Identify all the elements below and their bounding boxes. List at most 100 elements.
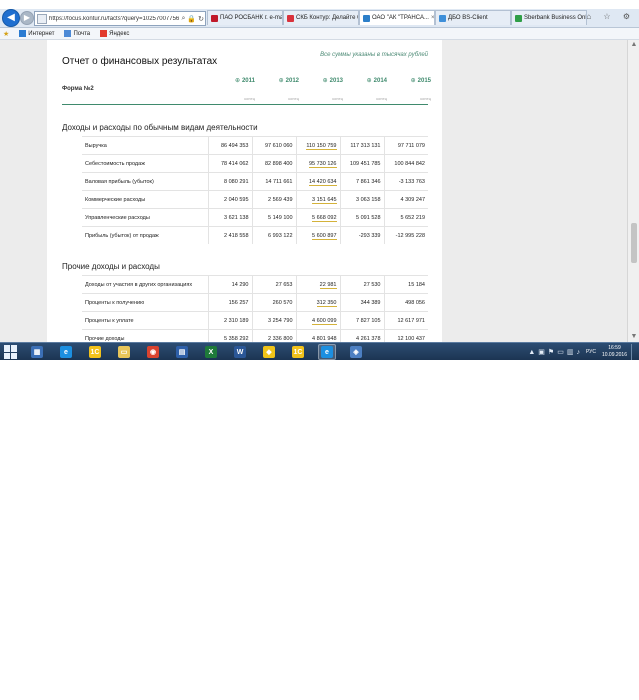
tab-label: ПАО РОСБАНК г. е-ma... — [220, 15, 283, 21]
table-row: Доходы от участия в других организациях 1… — [82, 275, 428, 294]
year-label: 2013 — [329, 78, 343, 84]
browser-tab[interactable]: ПАО РОСБАНК г. е-ma... — [207, 10, 283, 25]
cell-value: 2 336 800 — [268, 335, 293, 342]
row-label: Проценты к уплате — [82, 311, 208, 330]
value-cell[interactable]: 5 600 897 — [295, 226, 340, 244]
flag-icon[interactable]: ⚑ — [548, 348, 554, 356]
value-cell[interactable]: 22 981 — [295, 275, 340, 294]
network-icon[interactable]: ▥ — [567, 348, 574, 356]
window-controls[interactable]: − □ × — [586, 0, 635, 1]
scroll-thumb[interactable] — [631, 223, 637, 263]
table-row: Прибыль (убыток) от продаж 2 418 558 6 993… — [82, 226, 428, 244]
year-header[interactable]: ⊕ 2013 — [301, 77, 343, 84]
scroll-down-icon[interactable]: ▼ — [628, 332, 639, 342]
tab-close-icon[interactable]: × — [429, 15, 434, 21]
value-cell: 27 530 — [339, 275, 384, 294]
taskbar-app-blue[interactable]: ▤ — [173, 344, 191, 360]
clock-date: 10.09.2016 — [601, 352, 627, 358]
cell-value: 95 730 126 — [308, 160, 337, 168]
taskbar-1c[interactable]: 1С — [86, 344, 104, 360]
value-cell: 78 414 062 — [207, 154, 252, 173]
value-cell: 2 040 595 — [207, 190, 252, 209]
value-cell[interactable]: 4 801 948 — [295, 329, 340, 342]
value-cell[interactable]: 95 730 126 — [295, 154, 340, 173]
financial-table: Доходы от участия в других организациях 1… — [82, 275, 428, 342]
value-cell: 14 711 661 — [251, 172, 296, 191]
favorite-link[interactable]: Почта — [64, 30, 90, 37]
expand-icon[interactable]: ⊕ — [323, 78, 328, 84]
year-label: 2012 — [285, 78, 299, 84]
year-label: 2015 — [417, 78, 431, 84]
year-header[interactable]: ⊕ 2012 — [257, 77, 299, 84]
taskbar-chrome[interactable]: ◉ — [144, 344, 162, 360]
app-icon: e — [60, 346, 72, 358]
favorite-link[interactable]: Яндекс — [100, 30, 129, 37]
value-cell: 86 494 353 — [207, 136, 252, 155]
year-header[interactable]: ⊕ 2011 — [213, 77, 255, 84]
cell-value: 312 350 — [316, 299, 337, 307]
monitor-icon[interactable]: ▭ — [557, 348, 564, 356]
value-cell[interactable]: 3 151 645 — [295, 190, 340, 209]
vertical-scrollbar[interactable]: ▲ ▼ — [627, 40, 639, 342]
clock[interactable]: 16:59 10.09.2016 — [602, 345, 627, 359]
taskbar-batman[interactable]: ◆ — [260, 344, 278, 360]
value-cell: 117 313 131 — [339, 136, 384, 155]
taskbar-explorer[interactable]: ▭ — [115, 344, 133, 360]
taskbar-ie-active[interactable]: e — [318, 344, 336, 360]
address-bar[interactable]: https://focus.kontur.ru/facts?query=1025… — [34, 11, 206, 26]
browser-tab[interactable]: ОАО "АК "ТРАНСА... × — [359, 10, 435, 25]
site-icon — [37, 13, 47, 24]
lock-icon[interactable]: 🔒 — [186, 15, 197, 23]
expand-icon[interactable]: ⊕ — [411, 78, 416, 84]
value-cell: 4 309 247 — [383, 190, 428, 209]
browser-tab[interactable]: Sberbank Business Onli... — [511, 10, 587, 25]
value-cell: 12 617 971 — [383, 311, 428, 330]
taskbar-1c-2[interactable]: 1С — [289, 344, 307, 360]
value-cell[interactable]: 110 150 759 — [295, 136, 340, 155]
scroll-up-icon[interactable]: ▲ — [628, 40, 639, 50]
favorite-link[interactable]: Интернет — [19, 30, 54, 37]
taskbar-ie[interactable]: e — [57, 344, 75, 360]
tray-arrow-icon[interactable]: ▲ — [528, 349, 535, 356]
value-cell: 109 451 785 — [339, 154, 384, 173]
address-url[interactable]: https://focus.kontur.ru/facts?query=1025… — [49, 16, 180, 22]
expand-icon[interactable]: ⊕ — [279, 78, 284, 84]
cell-value: 27 530 — [363, 281, 381, 288]
value-cell: -293 339 — [339, 226, 384, 244]
value-cell[interactable]: 14 420 634 — [295, 172, 340, 191]
refresh-icon[interactable]: ↻ — [197, 15, 205, 23]
language-indicator[interactable]: РУС — [586, 349, 596, 355]
taskbar-app-last[interactable]: ◈ — [347, 344, 365, 360]
browser-tab[interactable]: ДБО BS-Client — [435, 10, 511, 25]
show-desktop-button[interactable] — [631, 344, 635, 360]
tab-label: СКБ Контур: Делайте б... — [296, 15, 359, 21]
toolbar-icons[interactable]: ⌂ ☆ ⚙ — [586, 12, 635, 21]
volume-icon[interactable]: ♪ — [576, 349, 580, 356]
back-button[interactable]: ◀ — [2, 9, 20, 27]
browser-tab[interactable]: СКБ Контур: Делайте б... — [283, 10, 359, 25]
value-cell[interactable]: 4 600 099 — [295, 311, 340, 330]
value-cell: 2 569 439 — [251, 190, 296, 209]
expand-icon[interactable]: ⊕ — [367, 78, 372, 84]
value-cell[interactable]: 5 668 092 — [295, 208, 340, 227]
app-icon: ◆ — [263, 346, 275, 358]
taskbar-word[interactable]: W — [231, 344, 249, 360]
year-header[interactable]: ⊕ 2014 — [345, 77, 387, 84]
app-icon: ▦ — [31, 346, 43, 358]
cell-value: 7 861 346 — [356, 178, 381, 185]
cell-value: 14 711 661 — [265, 178, 293, 185]
start-button[interactable] — [4, 345, 18, 359]
tray-app-icon[interactable]: ▣ — [538, 348, 545, 356]
favorites-star-icon[interactable]: ★ — [3, 30, 9, 38]
cell-value: 5 358 292 — [224, 335, 249, 342]
taskbar-start-app[interactable]: ▦ — [28, 344, 46, 360]
year-header[interactable]: ⊕ 2015 — [389, 77, 431, 84]
taskbar-excel[interactable]: X — [202, 344, 220, 360]
app-icon: ◉ — [147, 346, 159, 358]
forward-button[interactable]: ▶ — [20, 11, 34, 25]
row-label: Себестоимость продаж — [82, 154, 208, 173]
expand-icon[interactable]: ⊕ — [235, 78, 240, 84]
cell-value: 2 569 439 — [268, 196, 293, 203]
value-cell[interactable]: 312 350 — [295, 293, 340, 312]
row-label: Проценты к получению — [82, 293, 208, 312]
